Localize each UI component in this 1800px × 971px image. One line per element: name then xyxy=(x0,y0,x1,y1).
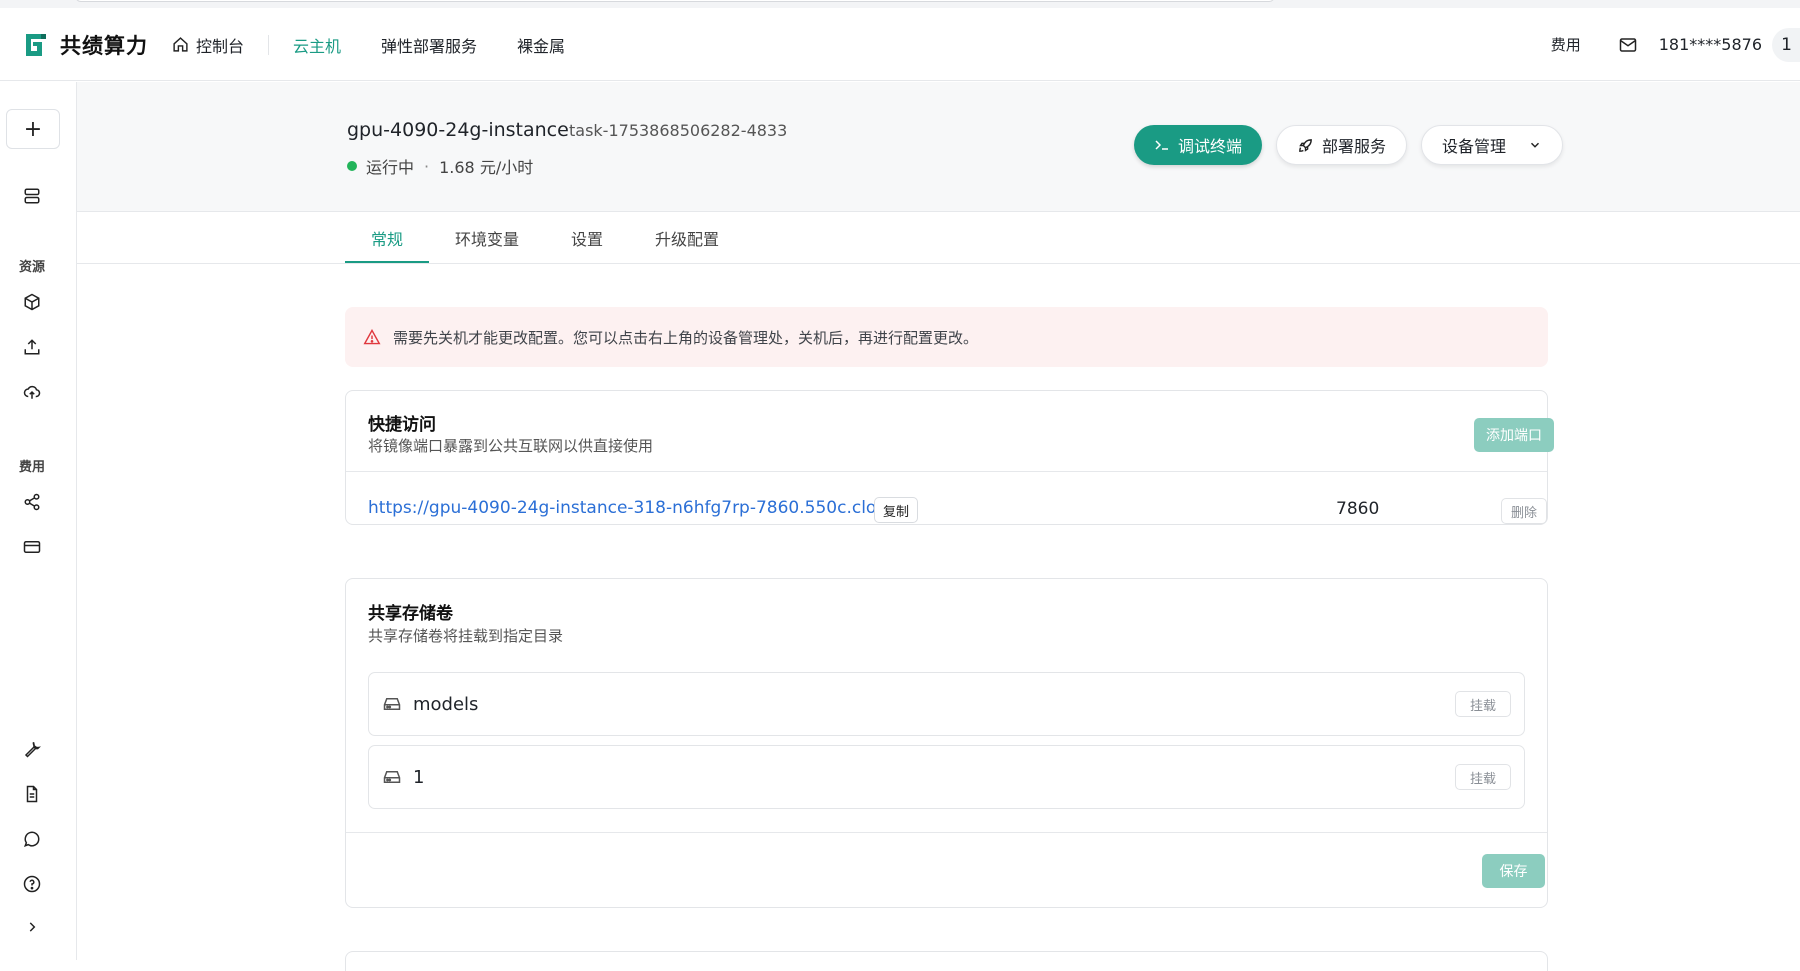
cloud-upload-icon[interactable] xyxy=(20,380,44,404)
address-bar[interactable] xyxy=(75,0,1275,2)
brand-name: 共绩算力 xyxy=(60,34,148,58)
debug-terminal-label: 调试终端 xyxy=(1178,137,1243,156)
status-separator: · xyxy=(424,156,430,176)
add-port-button[interactable]: 添加端口 xyxy=(1474,418,1554,452)
chat-icon[interactable] xyxy=(20,827,44,851)
top-navbar: 共绩算力 控制台 云主机 弹性部署服务 裸金属 费用 181****5876 1 xyxy=(0,8,1800,81)
volume-name: models xyxy=(413,693,479,715)
mount-volume-button[interactable]: 挂载 xyxy=(1455,764,1511,790)
deploy-service-button[interactable]: 部署服务 xyxy=(1276,125,1408,165)
nav-fees[interactable]: 费用 xyxy=(1551,34,1581,55)
card-divider xyxy=(346,832,1547,833)
mount-volume-button[interactable]: 挂载 xyxy=(1455,691,1511,717)
user-phone[interactable]: 181****5876 xyxy=(1659,35,1762,54)
port-number: 7860 xyxy=(1336,499,1380,519)
sidebar-section-fees: 费用 xyxy=(18,460,45,475)
port-url-text[interactable]: https://gpu-4090-24g-instance-318-n6hfg7… xyxy=(368,498,898,518)
device-management-label: 设备管理 xyxy=(1442,137,1507,156)
tab-general[interactable]: 常规 xyxy=(345,213,430,264)
add-button[interactable]: + xyxy=(6,109,60,149)
hard-drive-icon xyxy=(383,771,401,783)
shared-storage-title: 共享存储卷 xyxy=(368,604,453,624)
tab-settings[interactable]: 设置 xyxy=(545,213,629,263)
port-url-link[interactable]: https://gpu-4090-24g-instance-318-n6hfg7… xyxy=(368,498,919,518)
mail-icon[interactable] xyxy=(1619,37,1637,53)
sidebar: + 资源 费用 xyxy=(0,82,77,960)
avatar[interactable]: 1 xyxy=(1772,27,1800,62)
rocket-icon xyxy=(1299,138,1312,152)
nav-cloud-host[interactable]: 云主机 xyxy=(293,33,341,57)
chevron-right-icon[interactable] xyxy=(20,915,44,939)
config-alert: 需要先关机才能更改配置。您可以点击右上角的设备管理处，关机后，再进行配置更改。 xyxy=(345,307,1548,367)
quick-access-title: 快捷访问 xyxy=(368,415,436,435)
warning-icon xyxy=(363,329,381,345)
sidebar-section-resources: 资源 xyxy=(18,260,45,275)
help-icon[interactable] xyxy=(20,872,44,896)
delete-port-button[interactable]: 删除 xyxy=(1501,498,1547,524)
hard-drive-icon xyxy=(383,698,401,710)
quick-access-card: 快捷访问 将镜像端口暴露到公共互联网以供直接使用 添加端口 https://gp… xyxy=(345,390,1554,525)
instance-tabs: 常规 环境变量 设置 升级配置 xyxy=(345,213,745,264)
box-icon[interactable] xyxy=(20,290,44,314)
nav-console[interactable]: 控制台 xyxy=(172,33,244,57)
tab-upgrade-config[interactable]: 升级配置 xyxy=(629,213,745,263)
status-dot-icon xyxy=(347,161,357,171)
nav-bare-metal-label: 裸金属 xyxy=(517,36,566,56)
tab-env-vars[interactable]: 环境变量 xyxy=(429,213,545,263)
nav-elastic-deploy[interactable]: 弹性部署服务 xyxy=(381,33,477,57)
volume-row: models 挂载 xyxy=(368,672,1525,736)
device-management-dropdown[interactable]: 设备管理 xyxy=(1421,125,1564,165)
card-divider xyxy=(346,471,1547,472)
status-text: 运行中 xyxy=(366,158,415,177)
share-icon[interactable] xyxy=(20,490,44,514)
brand-logo[interactable]: 共绩算力 xyxy=(22,30,148,60)
instance-status: 运行中 · 1.68 元/小时 xyxy=(347,154,533,178)
next-card-edge xyxy=(345,951,1548,971)
nav-cloud-host-label: 云主机 xyxy=(293,36,342,56)
document-icon[interactable] xyxy=(20,782,44,806)
nav-bare-metal[interactable]: 裸金属 xyxy=(517,33,565,57)
task-id: task-1753868506282-4833 xyxy=(569,121,788,140)
nav-divider xyxy=(268,34,270,55)
volume-row: 1 挂载 xyxy=(368,745,1525,809)
nav-console-label: 控制台 xyxy=(196,36,245,56)
volume-name: 1 xyxy=(413,766,425,788)
nav-elastic-deploy-label: 弹性部署服务 xyxy=(381,36,478,56)
shared-storage-subtitle: 共享存储卷将挂载到指定目录 xyxy=(368,627,564,645)
brand-logo-icon xyxy=(26,34,46,56)
instance-price: 1.68 元/小时 xyxy=(439,158,534,177)
alert-text: 需要先关机才能更改配置。您可以点击右上角的设备管理处，关机后，再进行配置更改。 xyxy=(393,328,979,347)
terminal-icon xyxy=(1155,140,1168,150)
credit-card-icon[interactable] xyxy=(20,535,44,559)
chevron-down-icon xyxy=(1531,142,1540,148)
instance-header: gpu-4090-24g-instance task-1753868506282… xyxy=(77,82,1800,212)
upload-icon[interactable] xyxy=(20,335,44,359)
browser-chrome xyxy=(0,0,1800,8)
wrench-icon[interactable] xyxy=(20,737,44,761)
debug-terminal-button[interactable]: 调试终端 xyxy=(1134,125,1263,165)
tabs-divider xyxy=(77,263,1800,264)
deploy-service-label: 部署服务 xyxy=(1322,137,1387,156)
server-icon[interactable] xyxy=(20,184,44,208)
home-icon xyxy=(173,37,188,52)
save-button[interactable]: 保存 xyxy=(1482,854,1545,888)
instance-name: gpu-4090-24g-instance xyxy=(347,119,569,141)
main-content: gpu-4090-24g-instance task-1753868506282… xyxy=(77,82,1800,971)
copy-url-button[interactable]: 复制 xyxy=(874,497,919,523)
shared-storage-card: 共享存储卷 共享存储卷将挂载到指定目录 models 挂载 1 挂载 保存 xyxy=(345,578,1548,908)
quick-access-subtitle: 将镜像端口暴露到公共互联网以供直接使用 xyxy=(368,437,654,455)
